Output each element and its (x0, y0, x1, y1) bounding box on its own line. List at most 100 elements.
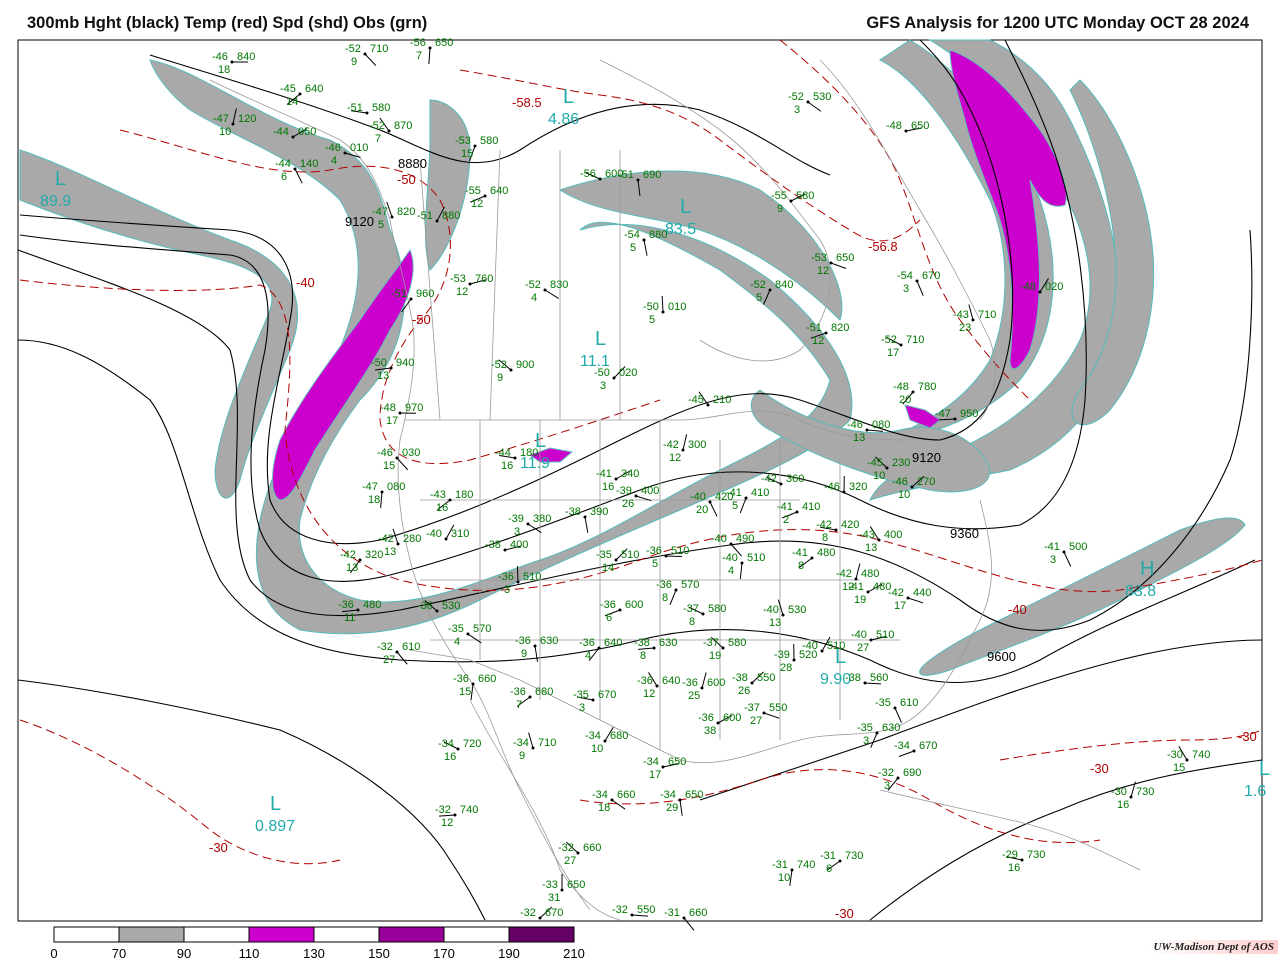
obs-temperature: -40 (763, 604, 779, 616)
obs-dewpoint-spread: 8 (662, 592, 668, 604)
obs-height: 400 (510, 539, 528, 551)
obs-height: 870 (394, 120, 412, 132)
obs-dewpoint-spread: 14 (602, 562, 614, 574)
obs-height: 510 (621, 549, 639, 561)
obs-temperature: -46 (847, 419, 863, 431)
obs-temperature: -52 (525, 279, 541, 291)
height-label: 9120 (345, 214, 374, 229)
station-dot (634, 494, 638, 498)
station-dot (293, 167, 297, 171)
obs-dewpoint-spread: 7 (375, 133, 381, 145)
obs-dewpoint-spread: 8 (822, 532, 828, 544)
obs-height: 580 (728, 637, 746, 649)
obs-dewpoint-spread: 3 (884, 780, 890, 792)
station-dot (614, 477, 618, 481)
obs-height: 740 (797, 859, 815, 871)
obs-height: 730 (1027, 849, 1045, 861)
obs-dewpoint-spread: 26 (622, 498, 634, 510)
obs-dewpoint-spread: 5 (652, 558, 658, 570)
obs-dewpoint-spread: 3 (579, 702, 585, 714)
obs-temperature: -51 (806, 322, 822, 334)
credit-label: UW-Madison Dept of AOS (1149, 940, 1278, 954)
obs-temperature: -36 (682, 677, 698, 689)
obs-dewpoint-spread: 12 (669, 452, 681, 464)
obs-temperature: -41 (777, 501, 793, 513)
obs-height: 660 (478, 673, 496, 685)
station-dot (838, 859, 842, 863)
obs-temperature: -54 (624, 229, 640, 241)
station-dot (1129, 795, 1133, 799)
obs-dewpoint-spread: 16 (1008, 862, 1020, 874)
temperature-label: -56.8 (868, 239, 898, 254)
station-dot (471, 682, 475, 686)
station-dot (1062, 550, 1066, 554)
station-dot (531, 746, 535, 750)
station-dot (583, 515, 587, 519)
station-dot (706, 403, 710, 407)
station-dot (842, 490, 846, 494)
obs-dewpoint-spread: 3 (514, 526, 520, 538)
obs-temperature: -46 (212, 51, 228, 63)
obs-dewpoint-spread: 17 (386, 415, 398, 427)
obs-dewpoint-spread: 17 (887, 347, 899, 359)
obs-temperature: -36 (600, 599, 616, 611)
station-dot (674, 588, 678, 592)
obs-height: 600 (625, 599, 643, 611)
obs-temperature: -38 (732, 672, 748, 684)
obs-temperature: -32 (558, 842, 574, 854)
obs-dewpoint-spread: 13 (384, 546, 396, 558)
obs-temperature: -55 (465, 185, 481, 197)
obs-dewpoint-spread: 4 (728, 565, 734, 577)
height-label: 9120 (912, 450, 941, 465)
obs-temperature: -50 (594, 367, 610, 379)
obs-temperature: -38 (634, 637, 650, 649)
obs-height: 360 (786, 473, 804, 485)
station-dot (642, 238, 646, 242)
station-dot (806, 100, 810, 104)
obs-dewpoint-spread: 16 (602, 481, 614, 493)
station-dot (448, 498, 452, 502)
station-dot (230, 60, 234, 64)
obs-dewpoint-spread: 11 (344, 612, 355, 624)
obs-temperature: -53 (455, 135, 471, 147)
low-center-symbol: L (270, 793, 281, 815)
obs-dewpoint-spread: 12 (456, 286, 468, 298)
station-dot (614, 558, 618, 562)
center-value: 89.9 (40, 193, 71, 210)
obs-temperature: -48 (893, 381, 909, 393)
station-dot (291, 135, 295, 139)
obs-height: 690 (643, 169, 661, 181)
obs-temperature: -42 (836, 568, 852, 580)
obs-temperature: -54 (897, 270, 913, 282)
obs-temperature: -52 (369, 120, 385, 132)
obs-height: 880 (442, 210, 460, 222)
station-dot (560, 888, 564, 892)
obs-dewpoint-spread: 9 (519, 750, 525, 762)
obs-temperature: -39 (774, 649, 790, 661)
obs-temperature: -47 (362, 481, 378, 493)
obs-height: 010 (668, 301, 686, 313)
obs-temperature: -45 (867, 457, 883, 469)
obs-temperature: -31 (772, 859, 788, 871)
obs-dewpoint-spread: 12 (817, 265, 829, 277)
obs-height: 550 (637, 904, 655, 916)
station-dot (899, 343, 903, 347)
temperature-label: -30 (1090, 761, 1109, 776)
obs-height: 010 (350, 142, 368, 154)
obs-dewpoint-spread: 6 (281, 171, 287, 183)
obs-dewpoint-spread: 5 (756, 292, 762, 304)
obs-temperature: -36 (338, 599, 354, 611)
station-dot (380, 490, 384, 494)
station-dot (395, 650, 399, 654)
obs-temperature: -41 (726, 487, 742, 499)
obs-height: 480 (817, 547, 835, 559)
station-dot (409, 297, 413, 301)
obs-height: 500 (1069, 541, 1087, 553)
obs-dewpoint-spread: 31 (548, 892, 560, 904)
obs-height: 670 (919, 740, 937, 752)
obs-temperature: -42 (816, 519, 832, 531)
station-dot (598, 177, 602, 181)
obs-temperature: -44 (495, 447, 511, 459)
obs-temperature: -35 (596, 549, 612, 561)
obs-dewpoint-spread: 15 (461, 148, 473, 160)
